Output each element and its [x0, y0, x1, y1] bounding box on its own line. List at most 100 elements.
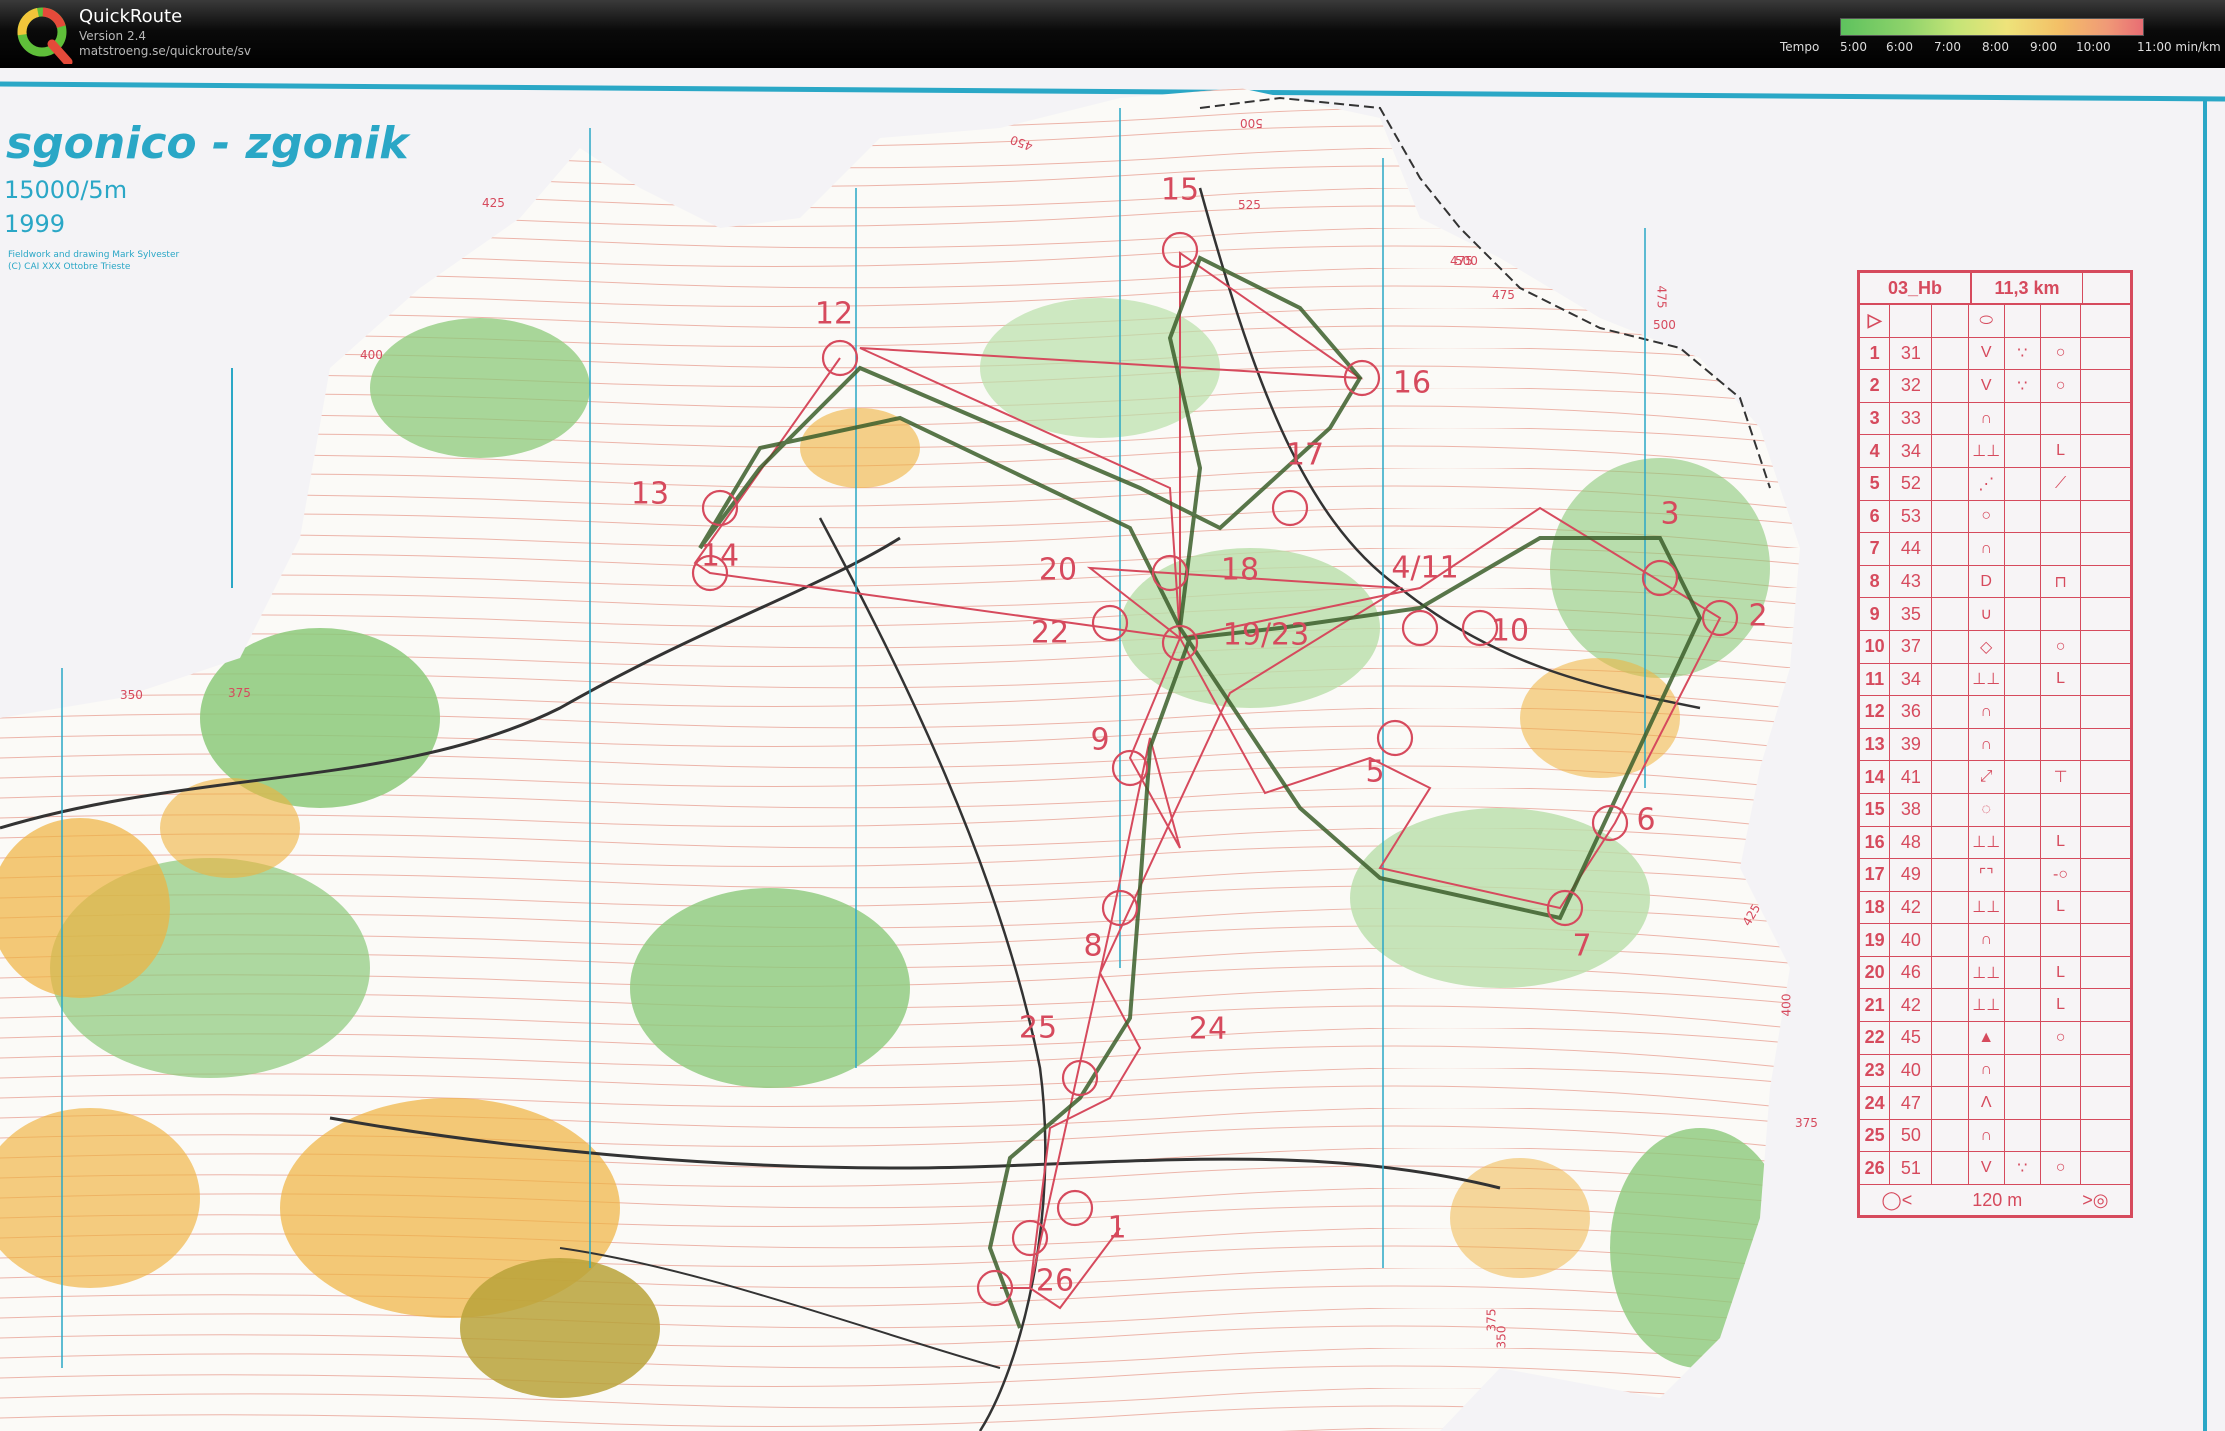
control-number: 3 — [1860, 402, 1891, 435]
map-credit: Fieldwork and drawing Mark Sylvester — [8, 250, 180, 260]
control-label: 12 — [814, 296, 854, 332]
appearance-symbol-icon: ∵ — [2005, 1152, 2041, 1185]
feature-symbol-icon: ∩ — [1969, 1054, 2005, 1087]
description-row: 19 40 ∩ — [1860, 924, 2130, 957]
control-label: 17 — [1285, 437, 1325, 473]
feature-symbol-icon: ⊥⊥ — [1969, 826, 2005, 859]
feature-symbol-icon: ∩ — [1969, 728, 2005, 761]
description-row: 2 32 V ∵ ○ — [1860, 370, 2130, 403]
control-code: 45 — [1890, 1022, 1933, 1054]
location-symbol-icon — [2041, 1054, 2082, 1087]
location-symbol-icon — [2041, 598, 2082, 630]
location-symbol-icon: L — [2041, 435, 2082, 467]
description-row: 18 42 ⊥⊥ L — [1860, 891, 2130, 925]
feature-symbol-icon: ∩ — [1969, 924, 2005, 956]
contour-label: 375 — [1795, 1116, 1818, 1130]
location-symbol-icon: ⟋ — [2041, 467, 2082, 500]
appearance-symbol-icon — [2005, 1119, 2041, 1152]
finish-start-icon: ◯< — [1881, 1189, 1913, 1210]
control-number: 26 — [1860, 1152, 1891, 1185]
control-description-sheet: 03_Hb 11,3 km ▷ ⬭ 1 31 V ∵ ○ 2 32 V ∵ ○ 3 33 ∩ 4 34 ⊥⊥ L 5 52 ⋰… — [1857, 270, 2133, 1219]
map-year: 1999 — [4, 210, 66, 238]
location-symbol-icon: L — [2041, 826, 2082, 859]
description-row: 3 33 ∩ — [1860, 402, 2130, 436]
feature-symbol-icon: ⌜⌝ — [1969, 859, 2005, 891]
control-number: 6 — [1860, 500, 1891, 533]
control-code: 52 — [1890, 467, 1933, 500]
control-code: 51 — [1890, 1152, 1933, 1185]
location-symbol-icon: L — [2041, 891, 2082, 924]
description-row: 9 35 ∪ — [1860, 598, 2130, 631]
control-code: 31 — [1890, 337, 1933, 370]
app-title: QuickRoute — [79, 6, 183, 27]
contour-label: 475 — [1492, 288, 1515, 302]
control-number: 2 — [1860, 370, 1891, 402]
map-credit: (C) CAI XXX Ottobre Trieste — [8, 262, 131, 272]
location-symbol-icon — [2041, 696, 2082, 728]
feature-symbol-icon: ∪ — [1969, 598, 2005, 630]
contour-label: 375 — [228, 686, 251, 700]
description-row: 26 51 V ∵ ○ — [1860, 1152, 2130, 1186]
feature-symbol-icon: ⊥⊥ — [1969, 663, 2005, 696]
control-label: 19/23 — [1222, 617, 1310, 653]
control-number: 5 — [1860, 467, 1891, 500]
location-symbol-icon — [2041, 500, 2082, 533]
feature-symbol-icon: ◌ — [1969, 793, 2005, 826]
control-label: 8 — [1083, 928, 1103, 964]
description-row: 11 34 ⊥⊥ L — [1860, 663, 2130, 697]
control-code: 53 — [1890, 500, 1933, 533]
description-row: 21 42 ⊥⊥ L — [1860, 989, 2130, 1023]
feature-symbol-icon: Λ — [1969, 1087, 2005, 1119]
description-row: 14 41 ⤢ ⊤ — [1860, 761, 2130, 794]
tempo-tick: 8:00 — [1982, 40, 2009, 54]
control-code: 48 — [1890, 826, 1933, 859]
control-number: 10 — [1860, 630, 1891, 663]
location-symbol-icon — [2041, 1087, 2082, 1119]
control-number: 24 — [1860, 1087, 1891, 1119]
tempo-color-scale — [1840, 18, 2144, 36]
location-symbol-icon — [2041, 1119, 2082, 1152]
control-code: 34 — [1890, 435, 1933, 467]
feature-symbol-icon: ⊥⊥ — [1969, 956, 2005, 989]
contour-label: 475 — [1654, 285, 1669, 309]
description-row: 4 34 ⊥⊥ L — [1860, 435, 2130, 468]
tempo-tick: 9:00 — [2030, 40, 2057, 54]
control-number: 20 — [1860, 956, 1891, 989]
control-number: 7 — [1860, 533, 1891, 565]
control-label: 24 — [1188, 1011, 1228, 1047]
description-row: 20 46 ⊥⊥ L — [1860, 956, 2130, 990]
appearance-symbol-icon — [2005, 859, 2041, 891]
appearance-symbol-icon — [2005, 891, 2041, 924]
location-symbol-icon: ○ — [2041, 1022, 2082, 1054]
control-code: 49 — [1890, 859, 1933, 891]
location-symbol-icon: L — [2041, 663, 2082, 696]
contour-label: 400 — [360, 348, 383, 362]
appearance-symbol-icon — [2005, 467, 2041, 500]
tempo-tick: 11:00 — [2137, 40, 2172, 54]
feature-symbol-icon: ∩ — [1969, 533, 2005, 565]
control-number: 17 — [1860, 859, 1891, 891]
map-title: sgonico - zgonik — [6, 118, 409, 169]
control-number: 8 — [1860, 565, 1891, 598]
description-row: 23 40 ∩ — [1860, 1054, 2130, 1088]
contour-label: 425 — [482, 196, 505, 210]
description-row: 12 36 ∩ — [1860, 696, 2130, 729]
control-number: 1 — [1860, 337, 1891, 370]
control-code: 46 — [1890, 956, 1933, 989]
control-number: 9 — [1860, 598, 1891, 630]
control-code: 32 — [1890, 370, 1933, 402]
location-symbol-icon: ⊤ — [2041, 761, 2082, 793]
appearance-symbol-icon — [2005, 1087, 2041, 1119]
start-row: ▷ ⬭ — [1860, 305, 2130, 338]
tempo-unit-label: min/km — [2175, 40, 2221, 54]
appearance-symbol-icon — [2005, 761, 2041, 793]
tempo-tick: 10:00 — [2076, 40, 2111, 54]
finish-circle-icon: >◎ — [2082, 1189, 2109, 1210]
appearance-symbol-icon — [2005, 728, 2041, 761]
feature-symbol-icon: ◇ — [1969, 630, 2005, 663]
control-label: 20 — [1038, 552, 1078, 588]
control-number: 14 — [1860, 761, 1891, 793]
control-number: 15 — [1860, 793, 1891, 826]
app-url: matstroeng.se/quickroute/sv — [79, 44, 252, 58]
contour-label: 500 — [1653, 318, 1676, 332]
